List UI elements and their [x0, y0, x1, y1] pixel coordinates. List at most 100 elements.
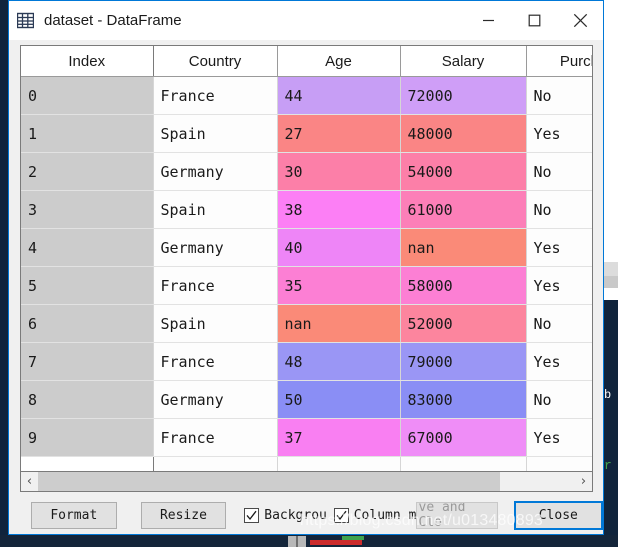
cell-index[interactable]: 7	[21, 342, 154, 381]
dataframe-dialog: dataset - DataFrame Index Country Age Sa…	[8, 0, 604, 535]
cell-purchased[interactable]: No	[526, 76, 592, 115]
cell-purchased[interactable]: Yes	[526, 266, 592, 305]
column-header-salary[interactable]: Salary	[400, 46, 527, 77]
cell-index[interactable]: 1	[21, 114, 154, 153]
resize-button[interactable]: Resize	[140, 501, 227, 529]
cell-age[interactable]: 35	[277, 266, 401, 305]
maximize-icon	[528, 14, 540, 27]
cell-country[interactable]: Germany	[153, 152, 278, 191]
scrollbar-thumb[interactable]	[38, 472, 500, 491]
cell-purchased[interactable]: No	[526, 380, 592, 419]
horizontal-scrollbar[interactable]: ‹ ›	[20, 472, 593, 492]
cell-age[interactable]: 50	[277, 380, 401, 419]
table-header-row: Index Country Age Salary Purch.	[21, 46, 592, 77]
table-filler-row	[21, 456, 592, 471]
cell-purchased[interactable]: Yes	[526, 342, 592, 381]
table-row[interactable]: 8 Germany 50 83000 No	[21, 380, 592, 419]
cell-age[interactable]: 30	[277, 152, 401, 191]
background-taskbar-separator	[296, 536, 298, 547]
cell-country[interactable]: Spain	[153, 304, 278, 343]
cell-age[interactable]: nan	[277, 304, 401, 343]
checkbox-box[interactable]	[244, 507, 260, 523]
background-right-panel	[604, 0, 618, 300]
table-row[interactable]: 4 Germany 40 nan Yes	[21, 228, 592, 267]
cell-index[interactable]: 2	[21, 152, 154, 191]
cell-country[interactable]: France	[153, 418, 278, 457]
cell-purchased[interactable]: No	[526, 152, 592, 191]
cell-salary[interactable]: 72000	[400, 76, 527, 115]
maximize-button[interactable]	[511, 1, 557, 40]
window-close-button[interactable]	[557, 1, 603, 40]
background-color-checkbox[interactable]: Backgrou	[244, 502, 329, 529]
column-header-age[interactable]: Age	[277, 46, 401, 77]
cell-country[interactable]: Spain	[153, 114, 278, 153]
close-button[interactable]: Close	[513, 500, 604, 530]
background-green-marker	[342, 536, 364, 540]
cell-country[interactable]: France	[153, 266, 278, 305]
column-header-purchased[interactable]: Purch.	[526, 46, 592, 77]
table-row[interactable]: 5 France 35 58000 Yes	[21, 266, 592, 305]
table-row[interactable]: 3 Spain 38 61000 No	[21, 190, 592, 229]
cell-index[interactable]: 4	[21, 228, 154, 267]
cell-salary[interactable]: 48000	[400, 114, 527, 153]
table-row[interactable]: 1 Spain 27 48000 Yes	[21, 114, 592, 153]
column-min-max-label: Column mı	[353, 507, 416, 523]
table-row[interactable]: 2 Germany 30 54000 No	[21, 152, 592, 191]
table-row[interactable]: 6 Spain nan 52000 No	[21, 304, 592, 343]
cell-salary[interactable]: 54000	[400, 152, 527, 191]
cell-salary[interactable]: 83000	[400, 380, 527, 419]
cell-salary[interactable]: 61000	[400, 190, 527, 229]
table-row[interactable]: 0 France 44 72000 No	[21, 76, 592, 115]
cell-age[interactable]: 40	[277, 228, 401, 267]
scroll-left-arrow-icon[interactable]: ‹	[21, 472, 38, 491]
cell-country[interactable]: Germany	[153, 380, 278, 419]
table-row[interactable]: 7 France 48 79000 Yes	[21, 342, 592, 381]
cell-purchased[interactable]: No	[526, 304, 592, 343]
cell-index[interactable]: 5	[21, 266, 154, 305]
cell-salary[interactable]: 67000	[400, 418, 527, 457]
minimize-button[interactable]	[465, 1, 511, 40]
cell-index[interactable]: 9	[21, 418, 154, 457]
save-and-close-button[interactable]: ve and Clo	[415, 501, 498, 529]
cell-purchased[interactable]: Yes	[526, 114, 592, 153]
cell-salary[interactable]: nan	[400, 228, 527, 267]
background-code-fragment-r: r	[604, 458, 612, 473]
cell-index[interactable]: 6	[21, 304, 154, 343]
cell-index[interactable]: 3	[21, 190, 154, 229]
table-filler-cell	[21, 456, 154, 471]
background-code-fragment-b: b	[604, 388, 612, 402]
format-button[interactable]: Format	[31, 501, 117, 529]
cell-country[interactable]: France	[153, 342, 278, 381]
title-bar[interactable]: dataset - DataFrame	[9, 1, 603, 40]
cell-age[interactable]: 37	[277, 418, 401, 457]
table-filler-cell	[526, 456, 592, 471]
cell-salary[interactable]: 79000	[400, 342, 527, 381]
cell-purchased[interactable]: Yes	[526, 418, 592, 457]
cell-age[interactable]: 44	[277, 76, 401, 115]
cell-index[interactable]: 8	[21, 380, 154, 419]
cell-country[interactable]: Germany	[153, 228, 278, 267]
cell-purchased[interactable]: Yes	[526, 228, 592, 267]
column-header-index[interactable]: Index	[21, 46, 154, 77]
table-row[interactable]: 9 France 37 67000 Yes	[21, 418, 592, 457]
table-filler-cell	[400, 456, 527, 471]
cell-country[interactable]: Spain	[153, 190, 278, 229]
cell-age[interactable]: 27	[277, 114, 401, 153]
table-filler-cell	[277, 456, 401, 471]
dataframe-table-container[interactable]: Index Country Age Salary Purch. 0France4…	[20, 45, 593, 472]
scrollbar-track[interactable]	[38, 472, 575, 491]
cell-age[interactable]: 38	[277, 190, 401, 229]
cell-salary[interactable]: 52000	[400, 304, 527, 343]
background-right-strip-upper	[604, 262, 618, 276]
column-header-country[interactable]: Country	[153, 46, 278, 77]
scroll-right-arrow-icon[interactable]: ›	[575, 472, 592, 491]
background-right-strip-lower	[604, 276, 618, 288]
cell-purchased[interactable]: No	[526, 190, 592, 229]
cell-index[interactable]: 0	[21, 76, 154, 115]
column-min-max-checkbox[interactable]: Column mı	[333, 502, 416, 529]
cell-country[interactable]: France	[153, 76, 278, 115]
checkbox-box[interactable]	[333, 507, 349, 523]
cell-salary[interactable]: 58000	[400, 266, 527, 305]
table-body: 0 France 44 72000 No 1 Spain 27 48000 Yes 2 Germany…	[21, 76, 592, 471]
cell-age[interactable]: 48	[277, 342, 401, 381]
